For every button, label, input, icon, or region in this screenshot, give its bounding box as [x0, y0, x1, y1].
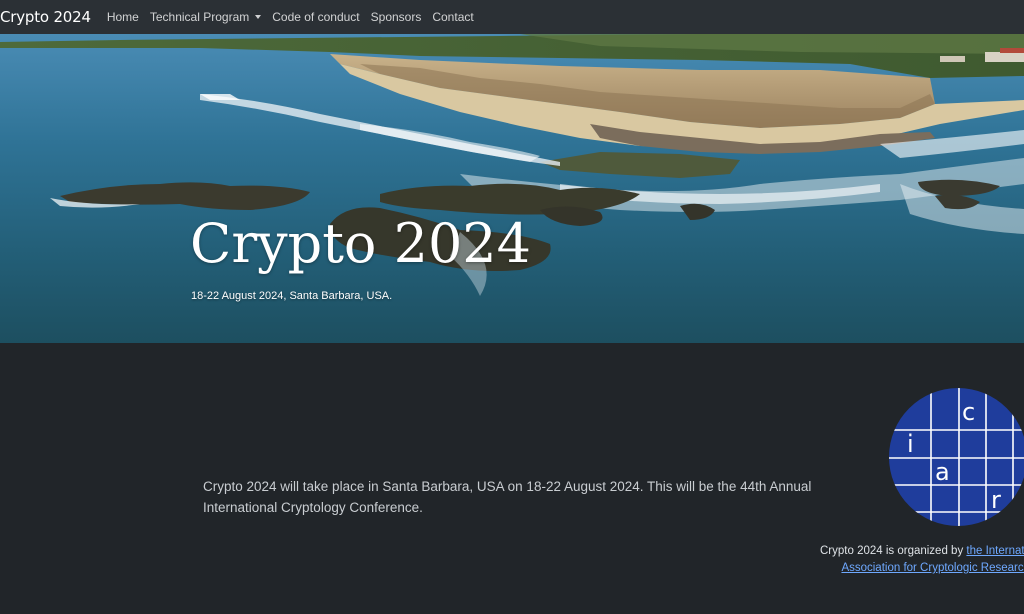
iacr-link-line2[interactable]: Association for Cryptologic Research — [841, 562, 1024, 574]
nav-contact-label: Contact — [432, 10, 474, 24]
hero-subtitle: 18-22 August 2024, Santa Barbara, USA. — [191, 290, 393, 302]
hero-banner: Crypto 2024 18-22 August 2024, Santa Bar… — [0, 34, 1024, 343]
logo-letter-c: c — [962, 398, 975, 426]
brand-link[interactable]: Crypto 2024 — [0, 8, 91, 26]
logo-letter-r: r — [991, 486, 1001, 514]
iacr-link-line1[interactable]: the International — [966, 545, 1024, 557]
nav-code-of-conduct-label: Code of conduct — [272, 10, 360, 24]
navbar: Crypto 2024 Home Technical Program Code … — [0, 0, 1024, 34]
organizer-note: Crypto 2024 is organized by the Internat… — [820, 543, 1024, 577]
nav-technical-program-label: Technical Program — [149, 10, 250, 24]
caret-down-icon — [255, 15, 262, 19]
hero-title: Crypto 2024 — [190, 212, 532, 275]
nav-technical-program-dropdown[interactable]: Technical Program — [149, 10, 262, 24]
nav-contact[interactable]: Contact — [432, 10, 473, 24]
logo-letter-a: a — [935, 458, 950, 486]
logo-letter-i: i — [907, 430, 914, 458]
iacr-logo[interactable]: c i a r — [889, 388, 1024, 526]
nav-code-of-conduct[interactable]: Code of conduct — [272, 10, 359, 24]
nav-home[interactable]: Home — [107, 10, 139, 24]
nav-sponsors[interactable]: Sponsors — [371, 10, 422, 24]
organizer-prefix: Crypto 2024 is organized by — [820, 545, 964, 557]
nav-home-label: Home — [106, 10, 139, 24]
coastline-image — [0, 34, 1024, 343]
intro-paragraph: Crypto 2024 will take place in Santa Bar… — [203, 478, 812, 515]
nav-sponsors-label: Sponsors — [370, 10, 422, 24]
